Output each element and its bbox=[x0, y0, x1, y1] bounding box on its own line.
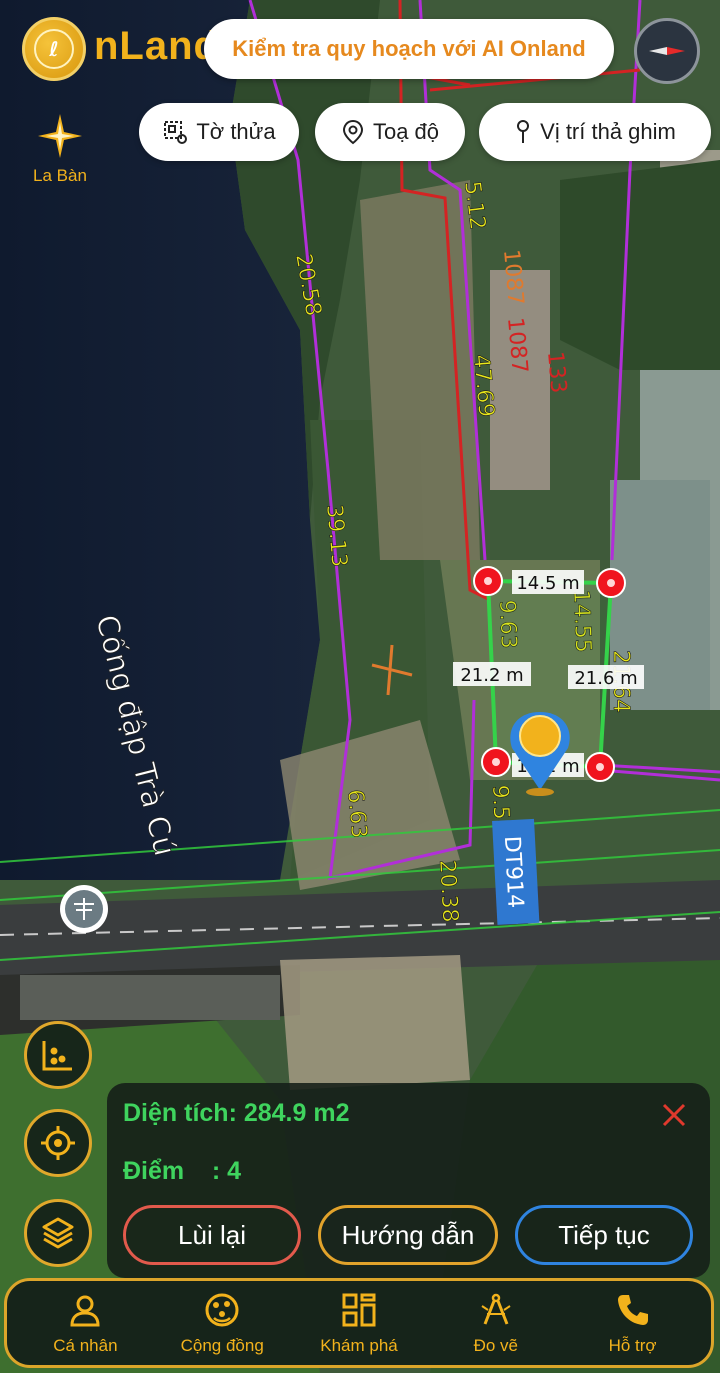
chip-parcel-lookup[interactable]: Tờ thửa bbox=[139, 103, 299, 161]
location-pin-icon bbox=[342, 119, 363, 145]
my-location-button[interactable] bbox=[24, 1109, 92, 1177]
area-text: Diện tích: 284.9 m2 bbox=[123, 1099, 350, 1127]
grid-explore-icon bbox=[342, 1293, 376, 1327]
compass-needle-icon bbox=[649, 47, 685, 55]
measure-length-label: 14.5 m bbox=[516, 573, 579, 594]
nav-label: Đo vẽ bbox=[473, 1336, 518, 1355]
parcel-number-label: 1087 bbox=[502, 316, 532, 374]
place-marker-icon[interactable] bbox=[60, 885, 108, 933]
compass-tool[interactable]: La Bàn bbox=[28, 112, 92, 186]
nav-item-measure[interactable]: Đo vẽ bbox=[431, 1290, 561, 1356]
chip-label: Vị trí thả ghim bbox=[540, 119, 676, 144]
continue-button[interactable]: Tiếp tục bbox=[515, 1205, 693, 1265]
edge-length-label: 20.38 bbox=[434, 859, 462, 923]
chip-label: Toạ độ bbox=[372, 119, 440, 144]
nav-item-profile[interactable]: Cá nhân bbox=[20, 1290, 150, 1356]
phone-icon bbox=[617, 1295, 648, 1325]
close-icon[interactable] bbox=[660, 1101, 688, 1129]
compass-label: La Bàn bbox=[33, 166, 87, 185]
chip-coordinates[interactable]: Toạ độ bbox=[315, 103, 465, 161]
nav-item-support[interactable]: Hỗ trợ bbox=[568, 1290, 698, 1356]
svg-text:DT914: DT914 bbox=[499, 835, 528, 909]
parcel-number-label: 133 bbox=[542, 350, 571, 394]
pushpin-icon bbox=[517, 120, 530, 143]
parcel-number-label: 1087 bbox=[498, 248, 528, 306]
community-icon bbox=[205, 1293, 239, 1327]
chip-label: Tờ thửa bbox=[196, 119, 276, 144]
logo-mark-icon: ℓ bbox=[34, 29, 74, 69]
points-count-text: Điểm : 4 bbox=[123, 1157, 242, 1185]
guide-button[interactable]: Hướng dẫn bbox=[318, 1205, 498, 1265]
measure-length-label: 21.6 m bbox=[574, 668, 637, 689]
nav-label: Cộng đồng bbox=[180, 1336, 264, 1355]
nav-label: Cá nhân bbox=[53, 1336, 118, 1355]
vertex-marker[interactable] bbox=[481, 747, 511, 777]
undo-button[interactable]: Lùi lại bbox=[123, 1205, 301, 1265]
compass-star-icon bbox=[38, 114, 82, 158]
parcel-icon bbox=[164, 121, 188, 144]
crosshair-icon bbox=[41, 1126, 75, 1160]
measure-length-label: 21.2 m bbox=[460, 665, 523, 686]
layers-icon bbox=[42, 1217, 74, 1249]
vertex-marker[interactable] bbox=[473, 566, 503, 596]
scatter-chart-icon bbox=[42, 1041, 72, 1071]
chip-drop-pin[interactable]: Vị trí thả ghim bbox=[479, 103, 711, 161]
vertex-marker[interactable] bbox=[596, 568, 626, 598]
map-compass-button[interactable] bbox=[634, 18, 700, 84]
ai-planning-check-button[interactable]: Kiểm tra quy hoạch với AI Onland bbox=[204, 19, 614, 79]
statistics-button[interactable] bbox=[24, 1021, 92, 1089]
edge-length-label: 6.63 bbox=[342, 788, 371, 839]
person-icon bbox=[70, 1295, 100, 1327]
measure-compass-icon bbox=[481, 1293, 511, 1325]
nav-item-community[interactable]: Cộng đồng bbox=[157, 1290, 287, 1356]
nav-label: Hỗ trợ bbox=[608, 1336, 657, 1355]
road-shield: DT914 bbox=[492, 818, 540, 925]
logo-text: nLand bbox=[94, 24, 219, 68]
vertex-marker[interactable] bbox=[585, 752, 615, 782]
nav-label: Khám phá bbox=[320, 1336, 398, 1355]
app-logo: ℓ bbox=[22, 17, 86, 81]
bottom-navigation: Cá nhân Cộng đồng Khám phá Đo vẽ Hỗ trợ bbox=[4, 1278, 714, 1368]
measure-info-panel: Diện tích: 284.9 m2 Điểm : 4 Lùi lại Hướ… bbox=[107, 1083, 710, 1278]
map-layers-button[interactable] bbox=[24, 1199, 92, 1267]
nav-item-explore[interactable]: Khám phá bbox=[294, 1290, 424, 1356]
